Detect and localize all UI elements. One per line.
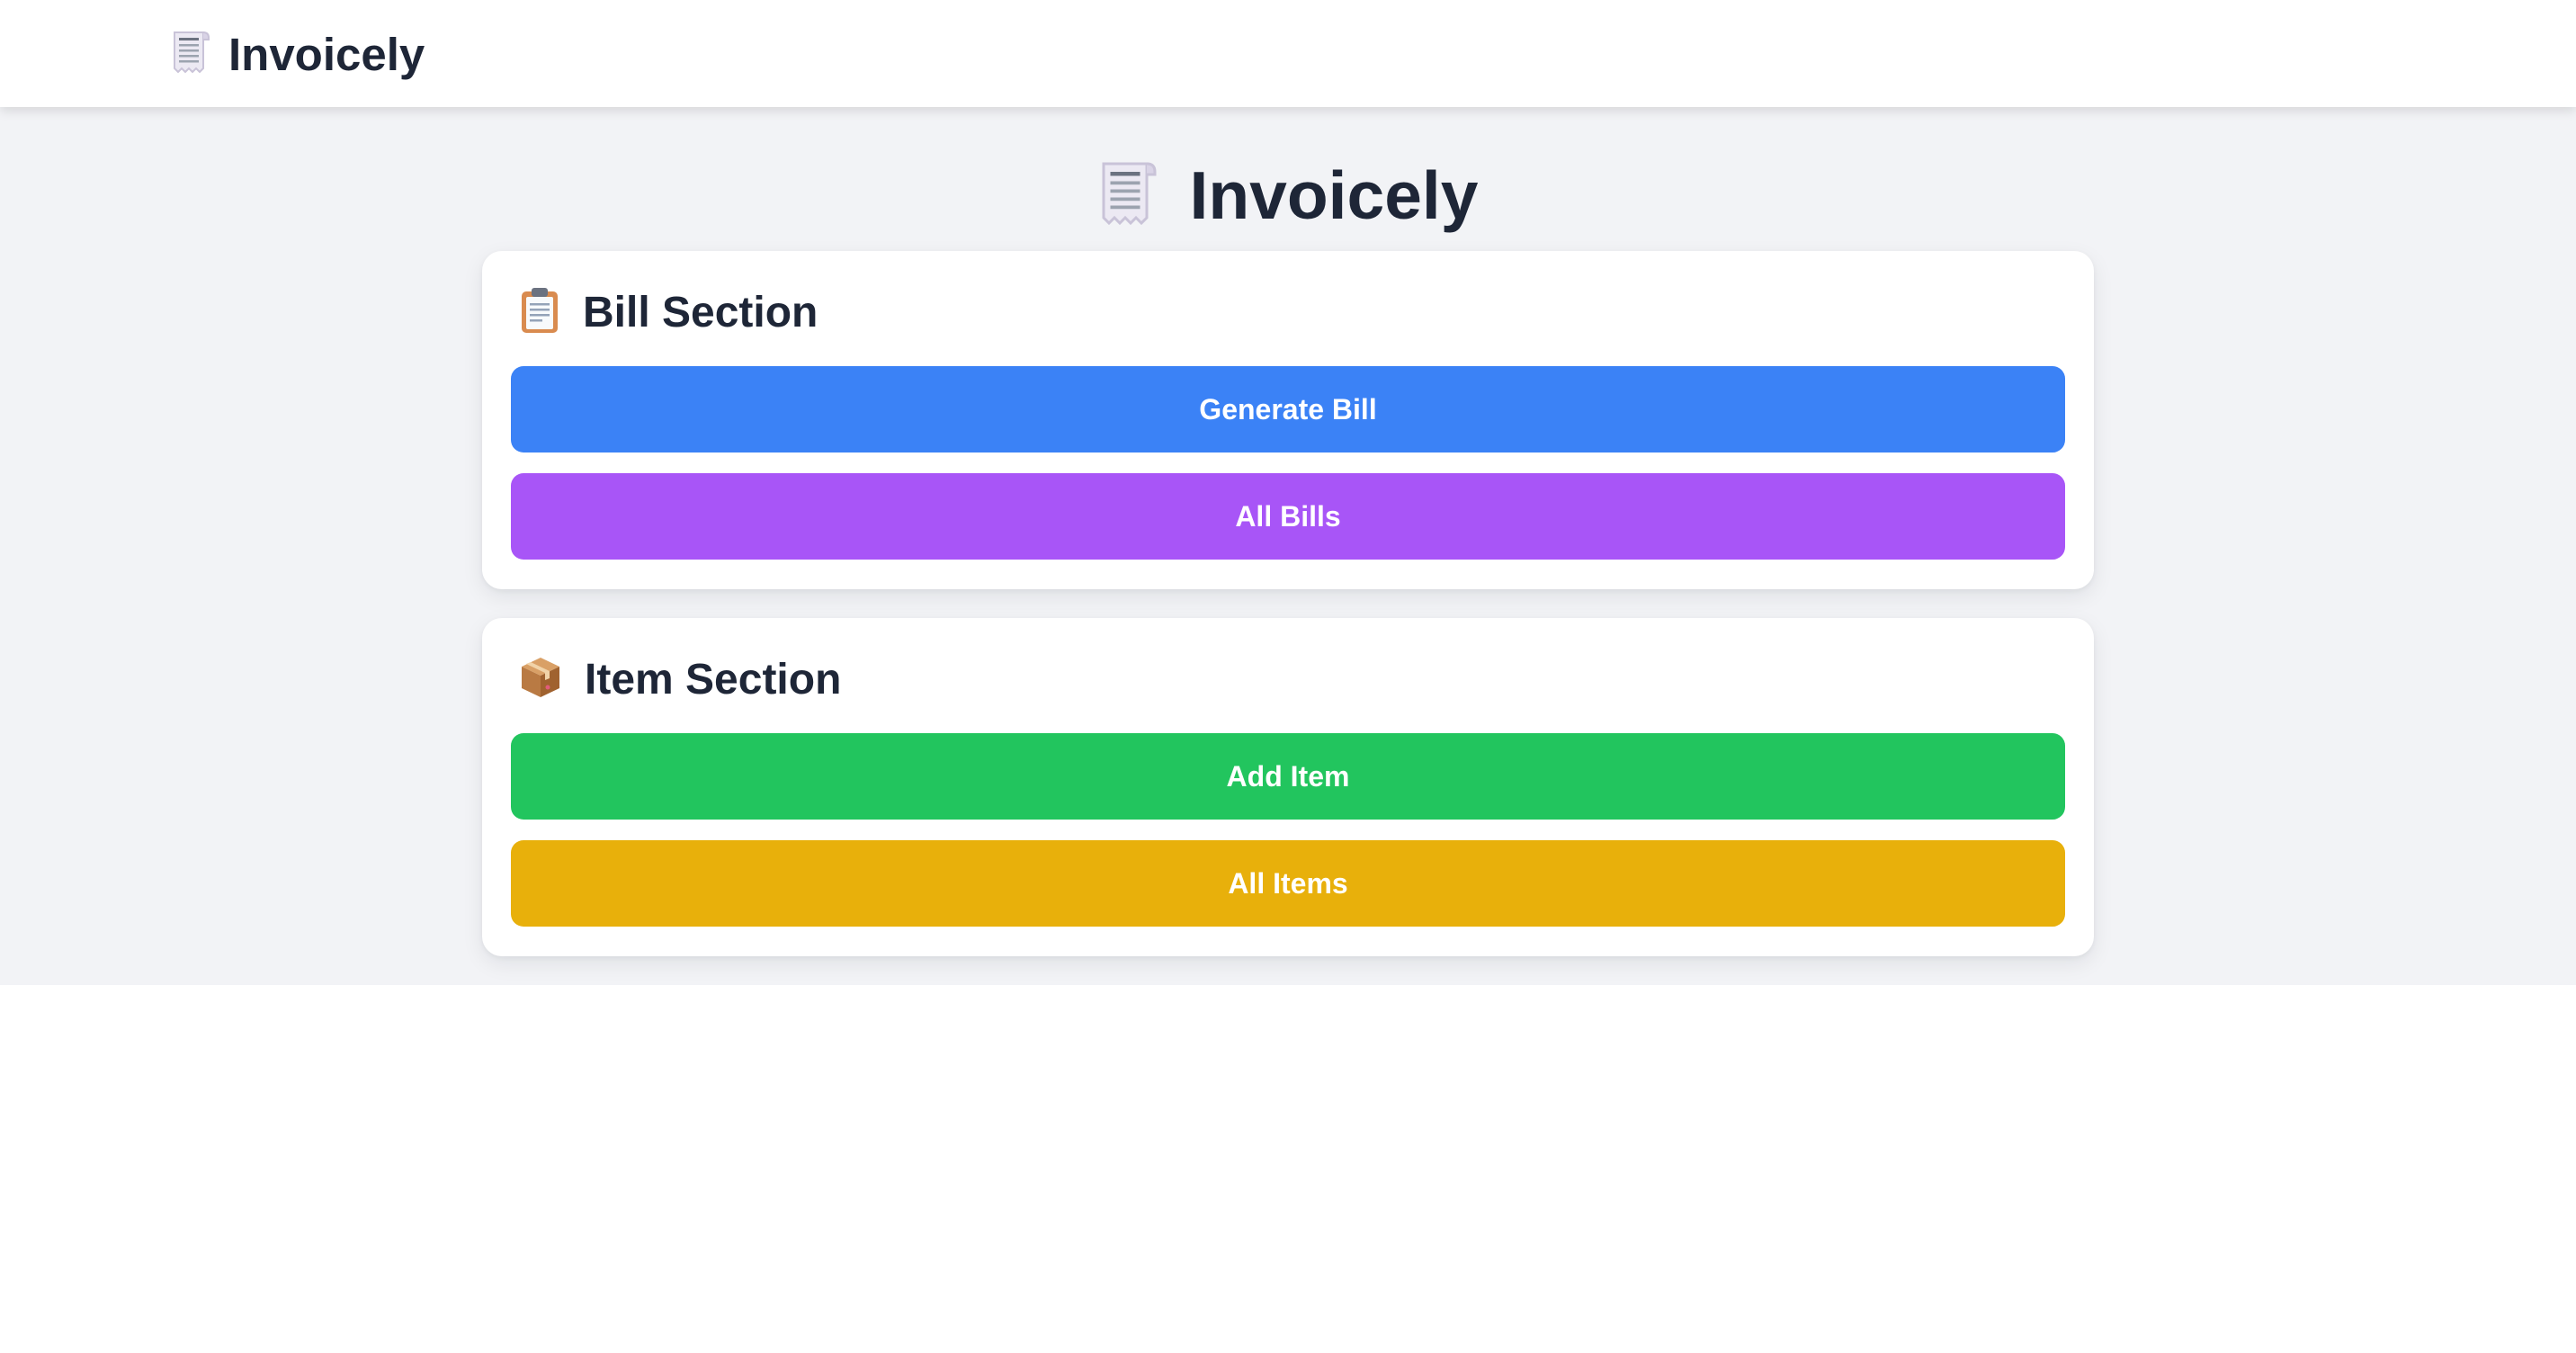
brand-title: Invoicely	[228, 28, 425, 80]
item-section-header: Item Section	[518, 650, 841, 708]
navbar-brand[interactable]: Invoicely	[171, 25, 425, 83]
page-heading: Invoicely	[0, 139, 2576, 251]
receipt-icon	[171, 29, 210, 80]
bill-section-card: Bill Section Generate Bill All Bills	[482, 251, 2094, 589]
package-icon	[518, 655, 563, 704]
add-item-button[interactable]: Add Item	[511, 733, 2065, 820]
bill-section-title: Bill Section	[583, 288, 818, 336]
receipt-icon	[1098, 158, 1158, 233]
all-bills-button[interactable]: All Bills	[511, 473, 2065, 560]
all-items-button[interactable]: All Items	[511, 840, 2065, 927]
top-navbar: Invoicely	[0, 0, 2576, 107]
main-content: Invoicely Bill Section Generate Bill All…	[0, 107, 2576, 985]
item-section-title: Item Section	[585, 655, 842, 703]
bill-section-header: Bill Section	[518, 283, 818, 341]
generate-bill-button[interactable]: Generate Bill	[511, 366, 2065, 452]
page-title: Invoicely	[1189, 157, 1479, 233]
item-section-card: Item Section Add Item All Items	[482, 618, 2094, 956]
clipboard-icon	[518, 286, 561, 339]
